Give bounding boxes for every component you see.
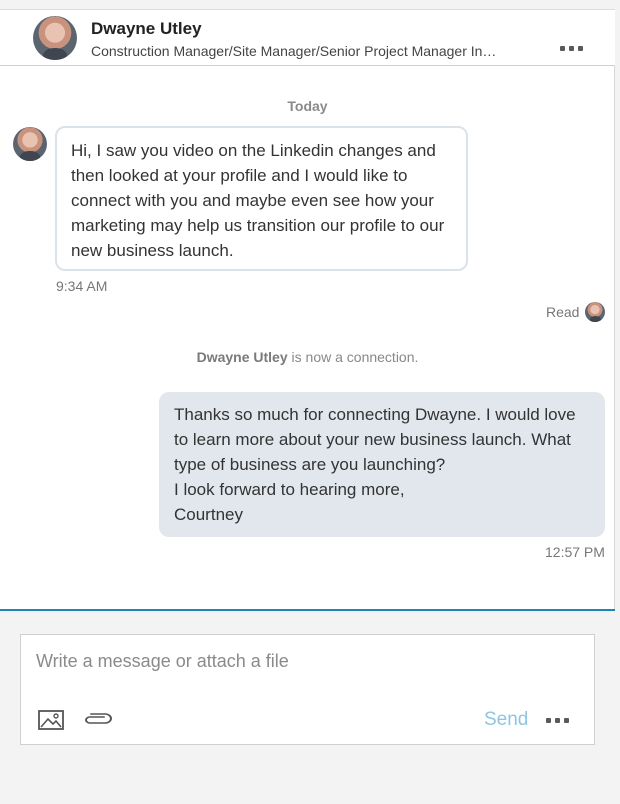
outgoing-line: Courtney (174, 505, 243, 524)
incoming-message: Hi, I saw you video on the Linkedin chan… (55, 126, 468, 271)
sender-avatar[interactable] (13, 127, 47, 161)
day-divider: Today (287, 98, 328, 114)
outgoing-line: I look forward to hearing more, (174, 480, 405, 499)
contact-name[interactable]: Dwayne Utley (91, 19, 202, 39)
contact-headline: Construction Manager/Site Manager/Senior… (91, 43, 497, 59)
top-strip (0, 0, 615, 10)
read-receipt-avatar (585, 302, 606, 322)
more-options-icon[interactable] (560, 46, 583, 51)
outgoing-message: Thanks so much for connecting Dwayne. I … (159, 392, 605, 537)
send-button[interactable]: Send (484, 709, 528, 731)
contact-avatar[interactable] (33, 16, 77, 60)
read-receipt: Read (546, 302, 606, 322)
connection-notice: Dwayne Utley is now a connection. (0, 349, 615, 365)
connection-text: is now a connection. (287, 349, 419, 365)
compose-box: Send (20, 634, 595, 745)
compose-more-icon[interactable] (546, 718, 569, 723)
paperclip-icon[interactable] (82, 712, 112, 728)
connection-name[interactable]: Dwayne Utley (197, 349, 288, 365)
messaging-panel: Dwayne Utley Construction Manager/Site M… (0, 0, 615, 804)
compose-area: Send (0, 609, 615, 804)
outgoing-line: Thanks so much for connecting Dwayne. I … (174, 405, 576, 474)
incoming-timestamp: 9:34 AM (56, 278, 108, 294)
read-label: Read (546, 304, 580, 320)
message-input[interactable] (36, 647, 576, 675)
outgoing-timestamp: 12:57 PM (545, 544, 605, 560)
image-icon[interactable] (38, 710, 64, 730)
conversation-header: Dwayne Utley Construction Manager/Site M… (0, 10, 615, 66)
